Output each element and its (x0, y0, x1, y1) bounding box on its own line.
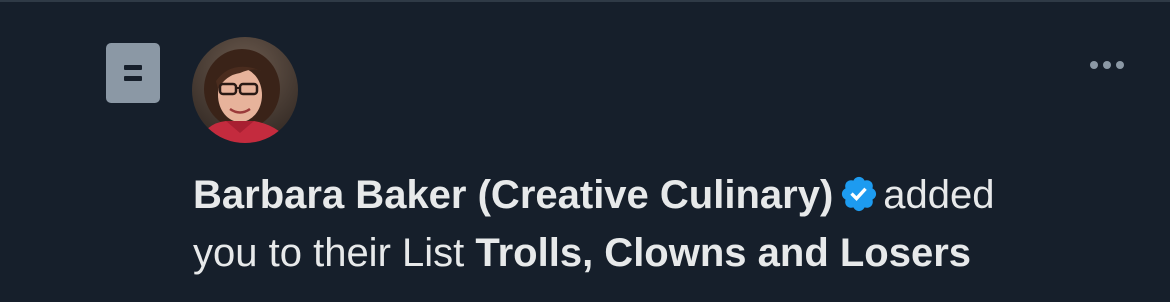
more-options-button[interactable] (1080, 54, 1134, 76)
verified-badge-icon (842, 176, 877, 212)
list-name-link[interactable]: Trolls, Clowns and Losers (475, 231, 971, 275)
user-avatar-photo (192, 37, 298, 143)
more-options-dot (1103, 61, 1111, 69)
list-added-notification[interactable]: Barbara Baker (Creative Culinary) added … (0, 0, 1170, 302)
message-middle-text: you to their List (193, 231, 465, 275)
divider (0, 0, 1170, 2)
verb-text: added (883, 173, 995, 217)
actor-name-link[interactable]: Barbara Baker (Creative Culinary) (193, 173, 833, 217)
list-icon (106, 43, 160, 103)
more-options-dot (1090, 61, 1098, 69)
list-icon-line (124, 76, 142, 81)
more-options-dot (1116, 61, 1124, 69)
avatar[interactable] (192, 37, 298, 143)
list-icon-line (124, 65, 142, 70)
notification-message: Barbara Baker (Creative Culinary) added … (193, 166, 1133, 282)
